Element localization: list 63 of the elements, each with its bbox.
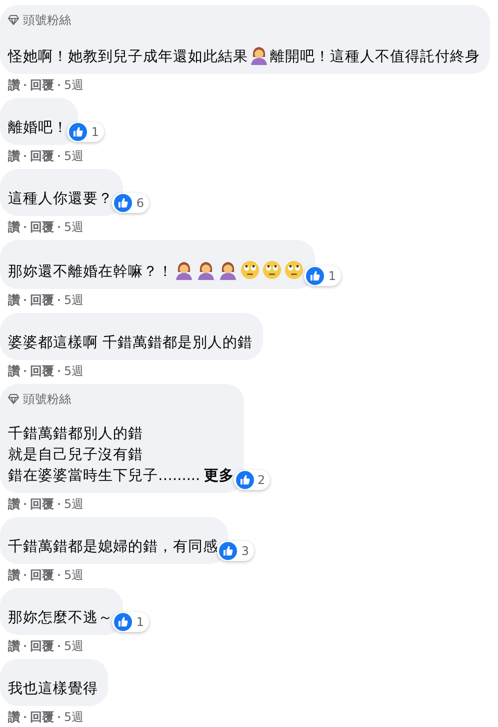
reaction-count[interactable]: 1 [112,612,149,632]
reaction-count[interactable]: 3 [217,541,254,561]
like-link[interactable]: 讚 [8,708,20,726]
comment-time[interactable]: 5週 [64,638,84,654]
fan-label: 頭號粉絲 [23,391,71,407]
comment-text: 怪她啊！她教到兒子成年還如此結果 [8,49,248,65]
thumbs-up-icon [114,194,132,212]
comment-time[interactable]: 5週 [64,218,84,236]
reply-link[interactable]: 回覆 [30,218,54,236]
reply-link[interactable]: 回覆 [30,292,54,308]
comment-time[interactable]: 5週 [64,362,84,380]
comment-text: 千錯萬錯都別人的錯 [8,426,143,442]
comment-time[interactable]: 5週 [64,148,84,164]
reply-link[interactable]: 回覆 [30,708,54,726]
reply-link[interactable]: 回覆 [30,496,54,512]
eye-roll-face-icon [262,260,282,280]
woman-icon [249,45,269,65]
comment-time[interactable]: 5週 [64,292,84,308]
comment-text: 我也這樣覺得 [8,681,98,697]
comment-time[interactable]: 5週 [64,76,84,94]
thumbs-up-icon [219,542,238,560]
reaction-count[interactable]: 2 [234,470,270,490]
diamond-icon [8,15,19,25]
comment-text: 那妳怎麼不逃～ [8,610,113,626]
woman-icon [218,260,238,280]
comment-time[interactable]: 5週 [64,708,84,726]
reaction-count[interactable]: 6 [112,193,149,213]
thumbs-up-icon [114,613,132,631]
reaction-count[interactable]: 1 [67,122,104,142]
like-link[interactable]: 讚 [8,218,20,236]
like-link[interactable]: 讚 [8,496,20,512]
like-link[interactable]: 讚 [8,292,20,308]
comment-text: 千錯萬錯都是媳婦的錯，有同感 [8,539,218,555]
like-link[interactable]: 讚 [8,76,20,94]
comment-text: 那妳還不離婚在幹嘛？！ [8,264,173,280]
comment-text: 就是自己兒子沒有錯 [8,447,143,463]
reply-link[interactable]: 回覆 [30,148,54,164]
eye-roll-face-icon [284,260,304,280]
reply-link[interactable]: 回覆 [30,638,54,654]
see-more-link[interactable]: 更多 [204,468,234,484]
comment-time[interactable]: 5週 [64,566,84,584]
reply-link[interactable]: 回覆 [30,362,54,380]
comment-time[interactable]: 5週 [64,496,84,512]
like-link[interactable]: 讚 [8,148,20,164]
comment-text: 這種人你還要？ [8,191,113,207]
comment-text: 錯在婆婆當時生下兒子…...... [8,468,200,484]
like-link[interactable]: 讚 [8,638,20,654]
fan-label: 頭號粉絲 [23,12,71,28]
reply-link[interactable]: 回覆 [30,76,54,94]
like-link[interactable]: 讚 [8,566,20,584]
comment-text: 離開吧！這種人不值得託付終身 [270,49,480,65]
reaction-count[interactable]: 1 [304,266,341,286]
woman-icon [174,260,194,280]
like-link[interactable]: 讚 [8,362,20,380]
comment-text: 婆婆都這樣啊 千錯萬錯都是別人的錯 [8,335,253,351]
eye-roll-face-icon [240,260,260,280]
thumbs-up-icon [236,471,254,489]
thumbs-up-icon [306,267,324,285]
reply-link[interactable]: 回覆 [30,566,54,584]
diamond-icon [8,394,19,404]
thumbs-up-icon [69,123,88,141]
comment-text: 離婚吧！ [8,120,68,136]
woman-icon [196,260,216,280]
